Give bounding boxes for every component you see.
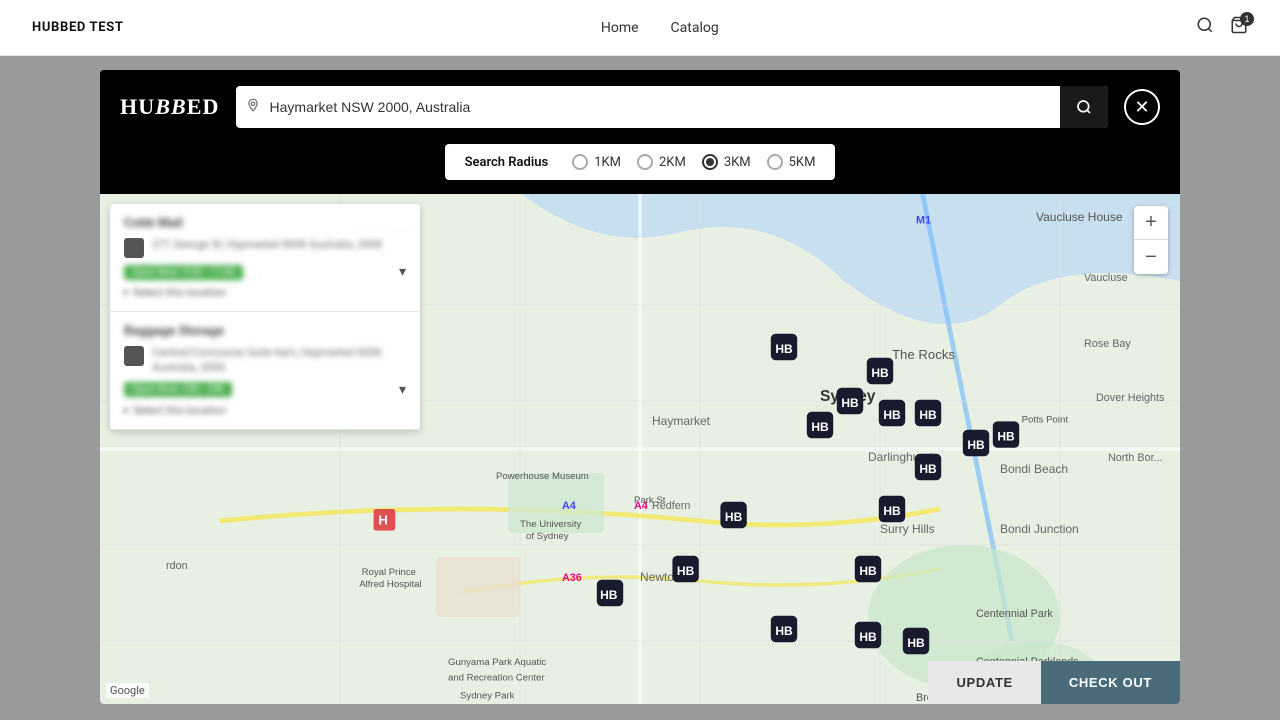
- radio-5km: [767, 154, 783, 170]
- search-bar: [236, 86, 1108, 128]
- expand-btn-1[interactable]: ▾: [399, 264, 406, 280]
- svg-text:Dover Heights: Dover Heights: [1096, 392, 1165, 404]
- svg-text:HB: HB: [919, 408, 937, 422]
- zoom-in-button[interactable]: +: [1134, 206, 1168, 240]
- svg-text:HB: HB: [775, 624, 793, 638]
- site-brand: HUBBED TEST: [32, 20, 124, 35]
- hours-badge-2: Open Now: 24h - 24h: [124, 382, 232, 397]
- svg-text:HB: HB: [677, 564, 695, 578]
- svg-text:Bondi Junction: Bondi Junction: [1000, 522, 1079, 536]
- svg-text:HB: HB: [997, 430, 1015, 444]
- location-name-1: Cobb Mail: [124, 216, 406, 231]
- radio-2km: [637, 154, 653, 170]
- location-icon-1: [124, 238, 144, 258]
- radius-3km[interactable]: 3KM: [702, 154, 751, 170]
- svg-text:The University: The University: [520, 519, 582, 530]
- svg-text:North Bor...: North Bor...: [1108, 452, 1163, 464]
- svg-text:H: H: [378, 513, 388, 528]
- hours-row-1: Open Now: 9:00 - 11:00 ▾: [124, 264, 406, 280]
- svg-text:Bondi Beach: Bondi Beach: [1000, 462, 1068, 476]
- svg-text:M1: M1: [916, 214, 931, 226]
- top-navigation: HUBBED TEST Home Catalog 1: [0, 0, 1280, 56]
- svg-text:Park St: Park St: [634, 495, 666, 506]
- nav-links: Home Catalog: [601, 20, 719, 36]
- list-item: Cobb Mail 271 George St, Haymarket NSW A…: [110, 204, 420, 312]
- svg-text:HB: HB: [841, 396, 859, 410]
- address-row-1: 271 George St, Haymarket NSW Australia, …: [124, 237, 406, 258]
- select-location-2[interactable]: Select this location: [124, 404, 406, 417]
- svg-text:Royal Prince: Royal Prince: [362, 567, 416, 578]
- close-modal-button[interactable]: ✕: [1124, 89, 1160, 125]
- location-address-2: Central/Concourse Suite 6am, Haymarket N…: [152, 345, 406, 376]
- select-location-1[interactable]: Select this location: [124, 286, 406, 299]
- nav-icons: 1: [1196, 16, 1248, 39]
- checkout-button[interactable]: CHECK OUT: [1041, 661, 1180, 704]
- svg-text:Haymarket: Haymarket: [652, 414, 711, 428]
- hours-badge-1: Open Now: 9:00 - 11:00: [124, 265, 243, 280]
- svg-text:Alfred Hospital: Alfred Hospital: [359, 579, 421, 590]
- location-list-panel: Cobb Mail 271 George St, Haymarket NSW A…: [110, 204, 420, 430]
- svg-text:HB: HB: [967, 438, 985, 452]
- svg-text:HB: HB: [600, 588, 618, 602]
- cart-button[interactable]: 1: [1230, 16, 1248, 39]
- zoom-out-button[interactable]: −: [1134, 240, 1168, 274]
- svg-text:HB: HB: [859, 630, 877, 644]
- list-item: Baggage Storage Central/Concourse Suite …: [110, 312, 420, 430]
- hours-row-2: Open Now: 24h - 24h ▾: [124, 382, 406, 398]
- svg-text:Vaucluse: Vaucluse: [1084, 272, 1128, 284]
- radio-3km: [702, 154, 718, 170]
- svg-text:Powerhouse Museum: Powerhouse Museum: [496, 471, 589, 482]
- svg-text:Vaucluse House: Vaucluse House: [1036, 210, 1123, 224]
- radio-1km: [572, 154, 588, 170]
- radius-label: Search Radius: [465, 155, 549, 170]
- location-address-1: 271 George St, Haymarket NSW Australia, …: [152, 237, 382, 252]
- location-name-2: Baggage Storage: [124, 324, 406, 339]
- svg-text:HB: HB: [883, 408, 901, 422]
- modal-header: HUBBED ✕: [100, 70, 1180, 144]
- svg-text:HB: HB: [871, 366, 889, 380]
- svg-text:Potts Point: Potts Point: [1022, 415, 1069, 426]
- svg-text:Rose Bay: Rose Bay: [1084, 338, 1131, 350]
- svg-text:HB: HB: [811, 420, 829, 434]
- radius-2km[interactable]: 2KM: [637, 154, 686, 170]
- svg-text:A4: A4: [562, 500, 576, 512]
- svg-text:HB: HB: [883, 504, 901, 518]
- svg-text:HB: HB: [725, 510, 743, 524]
- radius-options: Search Radius 1KM 2KM 3KM 5KM: [445, 144, 836, 180]
- search-submit-button[interactable]: [1060, 86, 1108, 128]
- svg-text:Surry Hills: Surry Hills: [880, 522, 935, 536]
- radius-5km[interactable]: 5KM: [767, 154, 816, 170]
- modal-footer: UPDATE CHECK OUT: [928, 661, 1180, 704]
- nav-catalog[interactable]: Catalog: [671, 20, 719, 36]
- svg-text:of Sydney: of Sydney: [526, 531, 569, 542]
- radius-bar: Search Radius 1KM 2KM 3KM 5KM: [100, 144, 1180, 194]
- svg-text:HB: HB: [919, 462, 937, 476]
- svg-text:The Rocks: The Rocks: [892, 347, 955, 362]
- svg-text:A36: A36: [562, 572, 582, 584]
- svg-text:rdon: rdon: [166, 560, 188, 572]
- google-logo: Google: [106, 683, 149, 698]
- cart-badge: 1: [1240, 12, 1254, 26]
- svg-text:HB: HB: [859, 564, 877, 578]
- address-row-2: Central/Concourse Suite 6am, Haymarket N…: [124, 345, 406, 376]
- location-icon-2: [124, 346, 144, 366]
- map-area[interactable]: The Rocks Sydney Haymarket Darlinghurst …: [100, 194, 1180, 704]
- svg-text:Sydney Park: Sydney Park: [460, 691, 515, 702]
- svg-text:HB: HB: [775, 342, 793, 356]
- search-button[interactable]: [1196, 16, 1214, 39]
- svg-text:Centennial Park: Centennial Park: [976, 608, 1053, 620]
- update-button[interactable]: UPDATE: [928, 661, 1040, 704]
- radius-1km[interactable]: 1KM: [572, 154, 621, 170]
- location-icon: [236, 98, 270, 116]
- zoom-controls: + −: [1134, 206, 1168, 274]
- expand-btn-2[interactable]: ▾: [399, 382, 406, 398]
- nav-home[interactable]: Home: [601, 20, 639, 36]
- svg-text:and Recreation Center: and Recreation Center: [448, 673, 545, 684]
- modal-logo: HUBBED: [120, 94, 220, 120]
- location-modal: HUBBED ✕ Search Radius 1KM: [100, 70, 1180, 704]
- location-search-input[interactable]: [270, 99, 1060, 115]
- svg-text:Gunyama Park Aquatic: Gunyama Park Aquatic: [448, 657, 546, 668]
- svg-text:HB: HB: [907, 636, 925, 650]
